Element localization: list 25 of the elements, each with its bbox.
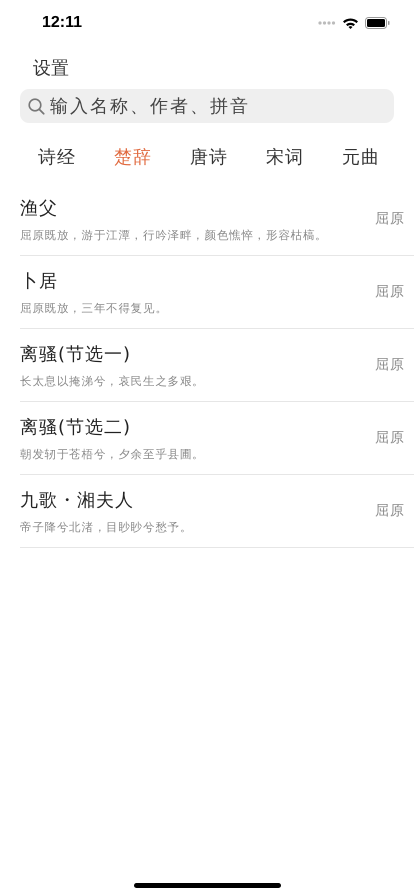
category-tab[interactable]: 唐诗 <box>190 145 228 169</box>
poem-title[interactable]: 九歌・湘夫人 <box>20 488 134 512</box>
poem-excerpt: 帝子降兮北渚，目眇眇兮愁予。 <box>20 520 192 534</box>
poem-author: 屈原 <box>375 356 405 374</box>
search-field[interactable]: 输入名称、作者、拼音 <box>20 89 394 123</box>
poem-author: 屈原 <box>375 502 405 520</box>
poem-excerpt: 长太息以掩涕兮，哀民生之多艰。 <box>20 374 204 388</box>
category-tab[interactable]: 诗经 <box>38 145 76 169</box>
poem-excerpt: 屈原既放，游于江潭，行吟泽畔，颜色憔悴，形容枯槁。 <box>20 228 328 242</box>
poem-title[interactable]: 渔父 <box>20 196 58 220</box>
poem-excerpt: 朝发轫于苍梧兮，夕余至乎县圃。 <box>20 446 204 462</box>
poem-excerpt: 屈原既放，三年不得复见。 <box>20 300 168 316</box>
status-time: 12:11 <box>42 14 82 32</box>
poem-author: 屈原 <box>375 429 405 447</box>
poem-author: 屈原 <box>375 210 405 228</box>
poem-title[interactable]: 离骚(节选二) <box>20 414 132 438</box>
category-tab[interactable]: 元曲 <box>342 145 380 169</box>
settings-link[interactable]: 设置 <box>33 56 69 80</box>
poem-title[interactable]: 离骚(节选一) <box>20 342 132 366</box>
wifi-icon <box>342 17 359 29</box>
poem-title[interactable]: 卜居 <box>20 268 58 292</box>
battery-icon <box>365 17 390 29</box>
signal-icon <box>318 21 336 25</box>
poem-author: 屈原 <box>375 283 405 301</box>
category-tab[interactable]: 宋词 <box>266 145 304 169</box>
